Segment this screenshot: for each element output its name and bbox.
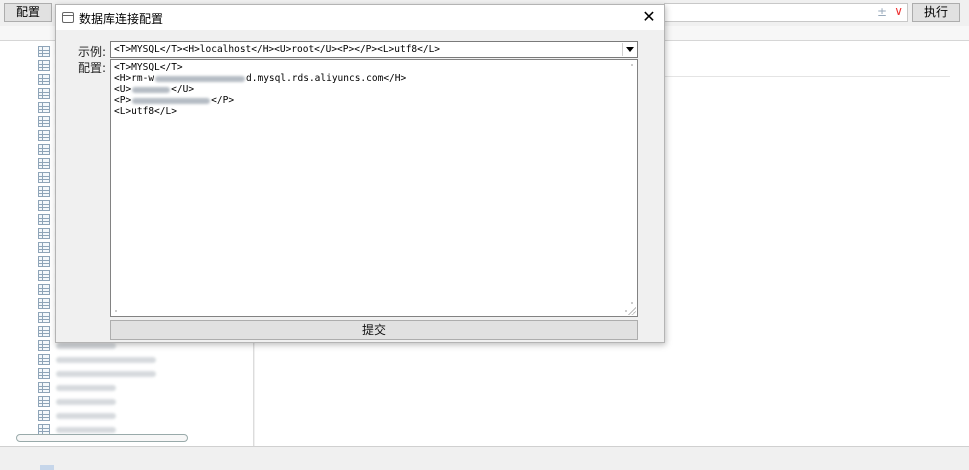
scrollbar-thumb[interactable]	[16, 434, 188, 442]
plus-minus-icon[interactable]: ±	[877, 5, 887, 19]
table-icon	[38, 214, 50, 225]
status-bar	[0, 446, 969, 470]
table-icon	[38, 382, 50, 393]
table-icon	[38, 410, 50, 421]
tree-horizontal-scrollbar[interactable]	[6, 433, 244, 443]
table-icon	[38, 172, 50, 183]
table-icon	[38, 242, 50, 253]
redacted-text	[155, 75, 246, 82]
table-icon	[38, 396, 50, 407]
table-icon	[38, 228, 50, 239]
table-icon	[38, 130, 50, 141]
config-label: 配置:	[78, 61, 107, 75]
vertical-scrollbar[interactable]	[629, 64, 635, 304]
table-icon	[38, 102, 50, 113]
table-icon	[38, 158, 50, 169]
taskbar-item[interactable]	[40, 465, 54, 470]
table-icon	[38, 256, 50, 267]
table-icon	[38, 186, 50, 197]
table-icon	[38, 200, 50, 211]
table-icon	[38, 340, 50, 351]
table-icon	[38, 368, 50, 379]
chevron-down-icon[interactable]	[622, 43, 636, 56]
table-icon	[38, 284, 50, 295]
table-icon	[38, 74, 50, 85]
table-icon	[38, 46, 50, 57]
db-connection-dialog: 数据库连接配置 ✕ 示例: <T>MYSQL</T><H>localhost</…	[55, 4, 665, 343]
table-icon	[38, 144, 50, 155]
table-icon	[38, 60, 50, 71]
config-line: <H>rm-w d.mysql.rds.aliyuncs.com</H>	[114, 73, 407, 84]
table-icon	[38, 298, 50, 309]
resize-grip-icon[interactable]	[627, 306, 636, 315]
table-icon	[38, 312, 50, 323]
table-icon	[38, 116, 50, 127]
config-line: <L>utf8</L>	[114, 106, 177, 117]
execute-button[interactable]: 执行	[912, 3, 960, 22]
redacted-text	[132, 86, 171, 93]
example-select[interactable]: <T>MYSQL</T><H>localhost</H><U>root</U><…	[110, 41, 638, 58]
config-button[interactable]: 配置	[4, 3, 52, 22]
config-line: <P> </P>	[114, 95, 235, 106]
window-icon	[62, 12, 74, 23]
sql-input[interactable]: ± ∨	[664, 3, 908, 22]
example-value: <T>MYSQL</T><H>localhost</H><U>root</U><…	[114, 44, 441, 55]
table-icon	[38, 88, 50, 99]
close-button[interactable]: ✕	[639, 8, 659, 26]
config-line: <T>MYSQL</T>	[114, 62, 183, 73]
config-line: <U> </U>	[114, 84, 195, 95]
divider	[665, 76, 950, 77]
example-label: 示例:	[78, 45, 107, 59]
chevron-down-icon[interactable]: ∨	[894, 4, 903, 18]
dialog-title: 数据库连接配置	[79, 12, 164, 26]
config-textarea[interactable]: <T>MYSQL</T> <H>rm-w d.mysql.rds.aliyunc…	[110, 59, 638, 317]
dialog-title-bar[interactable]: 数据库连接配置 ✕	[56, 5, 664, 30]
horizontal-scrollbar[interactable]	[115, 308, 627, 314]
tree-item[interactable]	[38, 395, 116, 408]
table-icon	[38, 326, 50, 337]
redacted-text	[132, 97, 211, 104]
submit-button[interactable]: 提交	[110, 320, 638, 340]
tree-item[interactable]	[38, 381, 116, 394]
tree-item[interactable]	[38, 409, 116, 422]
table-icon	[38, 270, 50, 281]
tree-item[interactable]	[38, 353, 156, 366]
table-icon	[38, 354, 50, 365]
tree-item[interactable]	[38, 367, 156, 380]
